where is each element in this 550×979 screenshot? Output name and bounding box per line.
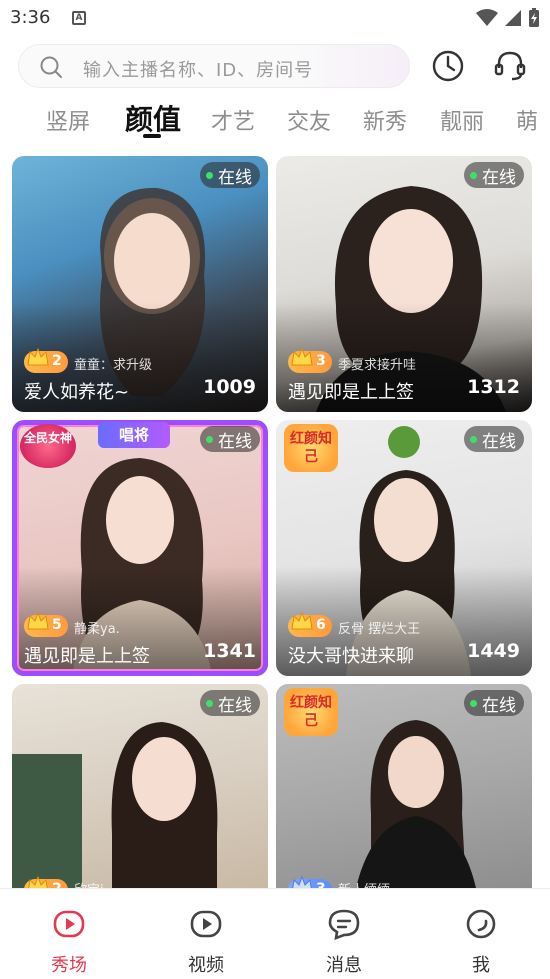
viewer-count: 1312	[467, 376, 520, 398]
card-subtitle: 静柔ya.	[74, 622, 120, 637]
tab-xinxiu[interactable]: 新秀	[363, 104, 407, 136]
online-dot-icon	[206, 435, 213, 443]
nav-xiuchang[interactable]: 秀场	[14, 889, 124, 979]
online-status-badge: 在线	[464, 690, 524, 716]
history-clock-icon[interactable]	[430, 48, 466, 84]
online-status-badge: 在线	[464, 162, 524, 188]
tab-yanzhi[interactable]: 颜值	[125, 98, 181, 138]
tab-jiaoyou[interactable]: 交友	[287, 104, 331, 136]
nav-shipin[interactable]: 视频	[151, 889, 261, 979]
viewer-count: 1449	[467, 640, 520, 662]
hongyan-zhiji-tag: 红颜知己	[284, 688, 338, 736]
tab-caiyi[interactable]: 才艺	[211, 104, 255, 136]
online-dot-icon	[470, 699, 477, 707]
tab-meng[interactable]: 萌	[516, 104, 538, 136]
card-subtitle: 反骨 摆烂大王	[338, 622, 421, 637]
card-subtitle: 季夏求接升哇	[338, 358, 417, 373]
stream-card[interactable]: 在线 3 季夏求接升哇 遇见即是上上签 1312	[276, 156, 532, 412]
online-dot-icon	[206, 699, 213, 707]
level-badge: 2	[24, 347, 68, 373]
level-badge: 2	[24, 875, 68, 888]
viewer-count: 1009	[203, 376, 256, 398]
online-dot-icon	[206, 171, 213, 179]
stream-card[interactable]: 全民女神 唱将 在线 5 静柔ya. 遇见即是上上签 1341	[12, 420, 268, 676]
changjiang-tag: 唱将	[98, 422, 170, 448]
status-indicators	[476, 8, 540, 28]
online-status-badge: 在线	[200, 426, 260, 452]
tab-liangli[interactable]: 靓丽	[440, 104, 484, 136]
message-icon	[328, 909, 360, 941]
card-title: 遇见即是上上签	[288, 382, 414, 403]
card-title: 遇见即是上上签	[24, 646, 150, 667]
tab-shuping[interactable]: 竖屏	[46, 104, 90, 136]
level-badge: 5	[24, 611, 68, 637]
profile-icon	[466, 909, 496, 939]
crown-icon	[292, 875, 312, 888]
card-subtitle: 新人缅缅	[338, 879, 390, 888]
crown-icon	[27, 611, 49, 630]
video-icon	[190, 910, 222, 938]
crown-icon	[28, 875, 48, 888]
viewer-count: 1341	[203, 640, 256, 662]
status-time: 3:36	[10, 7, 51, 28]
hongyan-zhiji-tag: 红颜知己	[284, 424, 338, 472]
card-title: 没大哥快进来聊	[288, 646, 414, 667]
quanmin-nvshen-tag: 全民女神	[20, 424, 76, 468]
card-title: 爱人如养花~	[24, 382, 130, 403]
card-subtitle: 欣宝j	[74, 879, 104, 888]
crown-icon	[291, 347, 313, 366]
online-dot-icon	[470, 171, 477, 179]
level-badge: 3	[288, 875, 332, 888]
card-subtitle: 童童：求升级	[74, 358, 153, 373]
status-bar: 3:36 A	[0, 0, 550, 36]
crown-icon	[27, 347, 49, 366]
signal-icon	[505, 10, 521, 26]
crown-icon	[291, 611, 313, 630]
level-badge: 6	[288, 611, 332, 637]
online-status-badge: 在线	[200, 162, 260, 188]
search-input[interactable]: 输入主播名称、ID、房间号	[18, 44, 410, 88]
search-placeholder: 输入主播名称、ID、房间号	[83, 60, 314, 81]
stream-card[interactable]: 在线 2 欣宝j	[12, 684, 268, 888]
play-circle-icon	[53, 910, 85, 938]
nav-wo[interactable]: 我	[426, 889, 536, 979]
stream-card[interactable]: 在线 2 童童：求升级 爱人如养花~ 1009	[12, 156, 268, 412]
category-tabs: 竖屏 颜值 才艺 交友 新秀 靓丽 萌	[0, 96, 550, 142]
level-badge: 3	[288, 347, 332, 373]
bottom-navigation: 秀场 视频 消息 我	[0, 888, 550, 979]
online-status-badge: 在线	[464, 426, 524, 452]
stream-card[interactable]: 红颜知己 在线 3 新人缅缅	[276, 684, 532, 888]
search-icon	[40, 56, 62, 78]
battery-icon	[529, 8, 539, 27]
notification-icon: A	[72, 11, 86, 25]
wifi-icon	[476, 9, 498, 26]
customer-service-icon[interactable]	[492, 48, 528, 84]
active-tab-indicator	[143, 134, 161, 138]
stream-card[interactable]: 红颜知己 在线 6 反骨 摆烂大王 没大哥快进来聊 1449	[276, 420, 532, 676]
nav-xiaoxi[interactable]: 消息	[289, 889, 399, 979]
online-status-badge: 在线	[200, 690, 260, 716]
online-dot-icon	[470, 435, 477, 443]
